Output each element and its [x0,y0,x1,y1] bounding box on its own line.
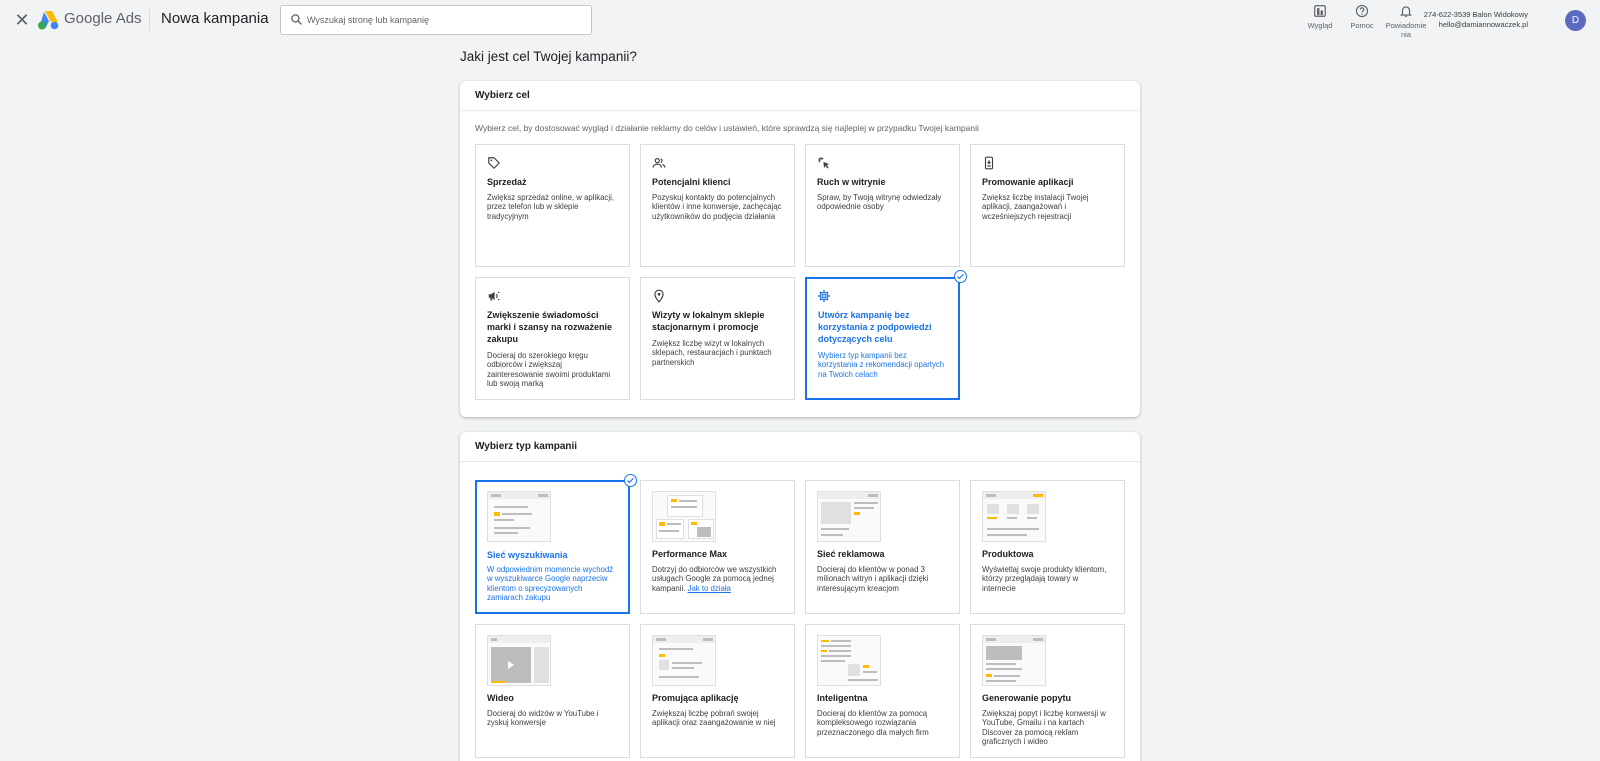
type-tile-smart[interactable]: Inteligentna Docieraj do klientów za pom… [805,624,960,758]
type-title: Performance Max [652,549,728,559]
megaphone-icon [488,291,500,301]
help-button[interactable]: Pomoc [1338,4,1386,30]
google-ads-logo [38,11,59,30]
goal-description: Docieraj do szerokiego kręgu odbiorców i… [487,351,611,389]
notifications-label: Powiadomie nia [1385,21,1427,39]
notifications-button[interactable]: Powiadomie nia [1384,4,1428,39]
brand-name: Google Ads [64,10,142,27]
account-email: hello@damiannowaczek.pl [1438,20,1528,29]
account-id: 274-622-3539 Balon Widokowy [1423,10,1528,19]
avatar[interactable]: D [1565,10,1586,31]
type-tile-performance-max[interactable]: Performance Max Dotrzyj do odbiorców we … [640,480,795,614]
top-bar: ✕ Google Ads Nowa kampania Wygląd Pomoc … [0,0,1600,40]
display-illustration [817,491,881,542]
goal-description: Wybierz typ kampanii bez korzystania z r… [818,351,945,379]
type-title: Produktowa [982,549,1034,559]
goal-tile-sales[interactable]: Sprzedaż Zwiększ sprzedaż online, w apli… [475,144,630,267]
type-title: Generowanie popytu [982,693,1072,703]
help-label: Pomoc [1350,21,1374,30]
click-icon [818,157,830,169]
goal-tile-awareness[interactable]: Zwiększenie świadomości marki i szansy n… [475,277,630,400]
smart-illustration [817,635,881,686]
header-divider [149,9,150,31]
selected-check-icon [954,270,967,283]
type-description: Zwiększaj liczbę pobrań swojej aplikacji… [652,709,776,728]
app-illustration [652,635,716,686]
type-title: Sieć wyszukiwania [487,550,568,560]
type-description: Docieraj do klientów za pomocą komplekso… [817,709,929,737]
goal-tile-local-store[interactable]: Wizyty w lokalnym sklepie stacjonarnym i… [640,277,795,400]
account-info[interactable]: 274-622-3539 Balon Widokowy hello@damian… [1424,10,1528,30]
demand-gen-illustration [982,635,1046,686]
goal-tile-app-promotion[interactable]: Promowanie aplikacji Zwiększ liczbę inst… [970,144,1125,267]
type-description: Docieraj do klientów w ponad 3 milionach… [817,565,929,593]
appearance-button[interactable]: Wygląd [1296,4,1344,30]
goal-title: Utwórz kampanię bez korzystania z podpow… [818,310,932,344]
search-box[interactable] [280,5,592,35]
type-description: Docieraj do widzów w YouTube i zyskuj ko… [487,709,599,728]
type-title: Sieć reklamowa [817,549,885,559]
shopping-illustration [982,491,1046,542]
bell-icon [1399,6,1413,17]
type-title: Inteligentna [817,693,868,703]
type-tile-search[interactable]: Sieć wyszukiwania W odpowiednim momencie… [475,480,630,614]
search-input[interactable] [307,10,583,30]
type-title: Promująca aplikację [652,693,739,703]
help-icon [1355,4,1369,18]
type-tile-video[interactable]: Wideo Docieraj do widzów w YouTube i zys… [475,624,630,758]
goal-tile-traffic[interactable]: Ruch w witrynie Spraw, by Twoją witrynę … [805,144,960,267]
goal-title: Ruch w witrynie [817,177,886,187]
goal-title: Zwiększenie świadomości marki i szansy n… [487,310,613,344]
search-icon [291,14,302,25]
campaign-type-card-title: Wybierz typ kampanii [460,432,1140,462]
selected-check-icon [624,474,637,487]
goal-description: Pozyskuj kontakty do potencjalnych klien… [652,193,782,221]
phone-download-icon [984,156,994,170]
goal-title: Promowanie aplikacji [982,177,1074,187]
type-tile-app[interactable]: Promująca aplikację Zwiększaj liczbę pob… [640,624,795,758]
tag-icon [488,157,500,169]
performance-max-illustration [652,491,716,542]
video-illustration [487,635,551,686]
goal-card-description: Wybierz cel, by dostosować wygląd i dzia… [475,123,979,133]
search-illustration [487,491,551,542]
campaign-type-card: Wybierz typ kampanii Sieć wyszukiwania W… [460,432,1140,761]
appearance-icon [1314,5,1326,17]
goal-tile-leads[interactable]: Potencjalni klienci Pozyskuj kontakty do… [640,144,795,267]
goal-description: Zwiększ liczbę instalacji Twojej aplikac… [982,193,1089,221]
goal-card: Wybierz cel Wybierz cel, by dostosować w… [460,81,1140,417]
type-tile-shopping[interactable]: Produktowa Wyświetlaj swoje produkty kli… [970,480,1125,614]
goal-title: Wizyty w lokalnym sklepie stacjonarnym i… [652,310,765,332]
type-tile-display[interactable]: Sieć reklamowa Docieraj do klientów w po… [805,480,960,614]
type-description: Zwiększaj popyt i liczbę konwersji w You… [982,709,1106,747]
location-pin-icon [654,289,664,303]
goal-tile-no-guidance[interactable]: Utwórz kampanię bez korzystania z podpow… [805,277,960,400]
goal-description: Zwiększ sprzedaż online, w aplikacji, pr… [487,193,614,221]
goal-description: Spraw, by Twoją witrynę odwiedzały odpow… [817,193,942,212]
gear-icon [818,290,830,302]
how-it-works-link[interactable]: Jak to działa [688,584,731,593]
type-title: Wideo [487,693,514,703]
type-description: W odpowiednim momencie wychodź w wyszuki… [487,565,614,603]
page-question: Jaki jest cel Twojej kampanii? [460,49,637,64]
type-description: Wyświetlaj swoje produkty klientom, któr… [982,565,1107,593]
close-icon[interactable]: ✕ [12,10,32,30]
people-icon [652,158,666,168]
page-title: Nowa kampania [161,10,269,27]
type-description: Dotrzyj do odbiorców we wszystkich usług… [652,565,784,593]
goal-description: Zwiększ liczbę wizyt w lokalnych sklepac… [652,339,772,367]
type-tile-demand-gen[interactable]: Generowanie popytu Zwiększaj popyt i lic… [970,624,1125,758]
goal-title: Potencjalni klienci [652,177,731,187]
goal-title: Sprzedaż [487,177,527,187]
goal-card-title: Wybierz cel [460,81,1140,111]
appearance-label: Wygląd [1307,21,1333,30]
